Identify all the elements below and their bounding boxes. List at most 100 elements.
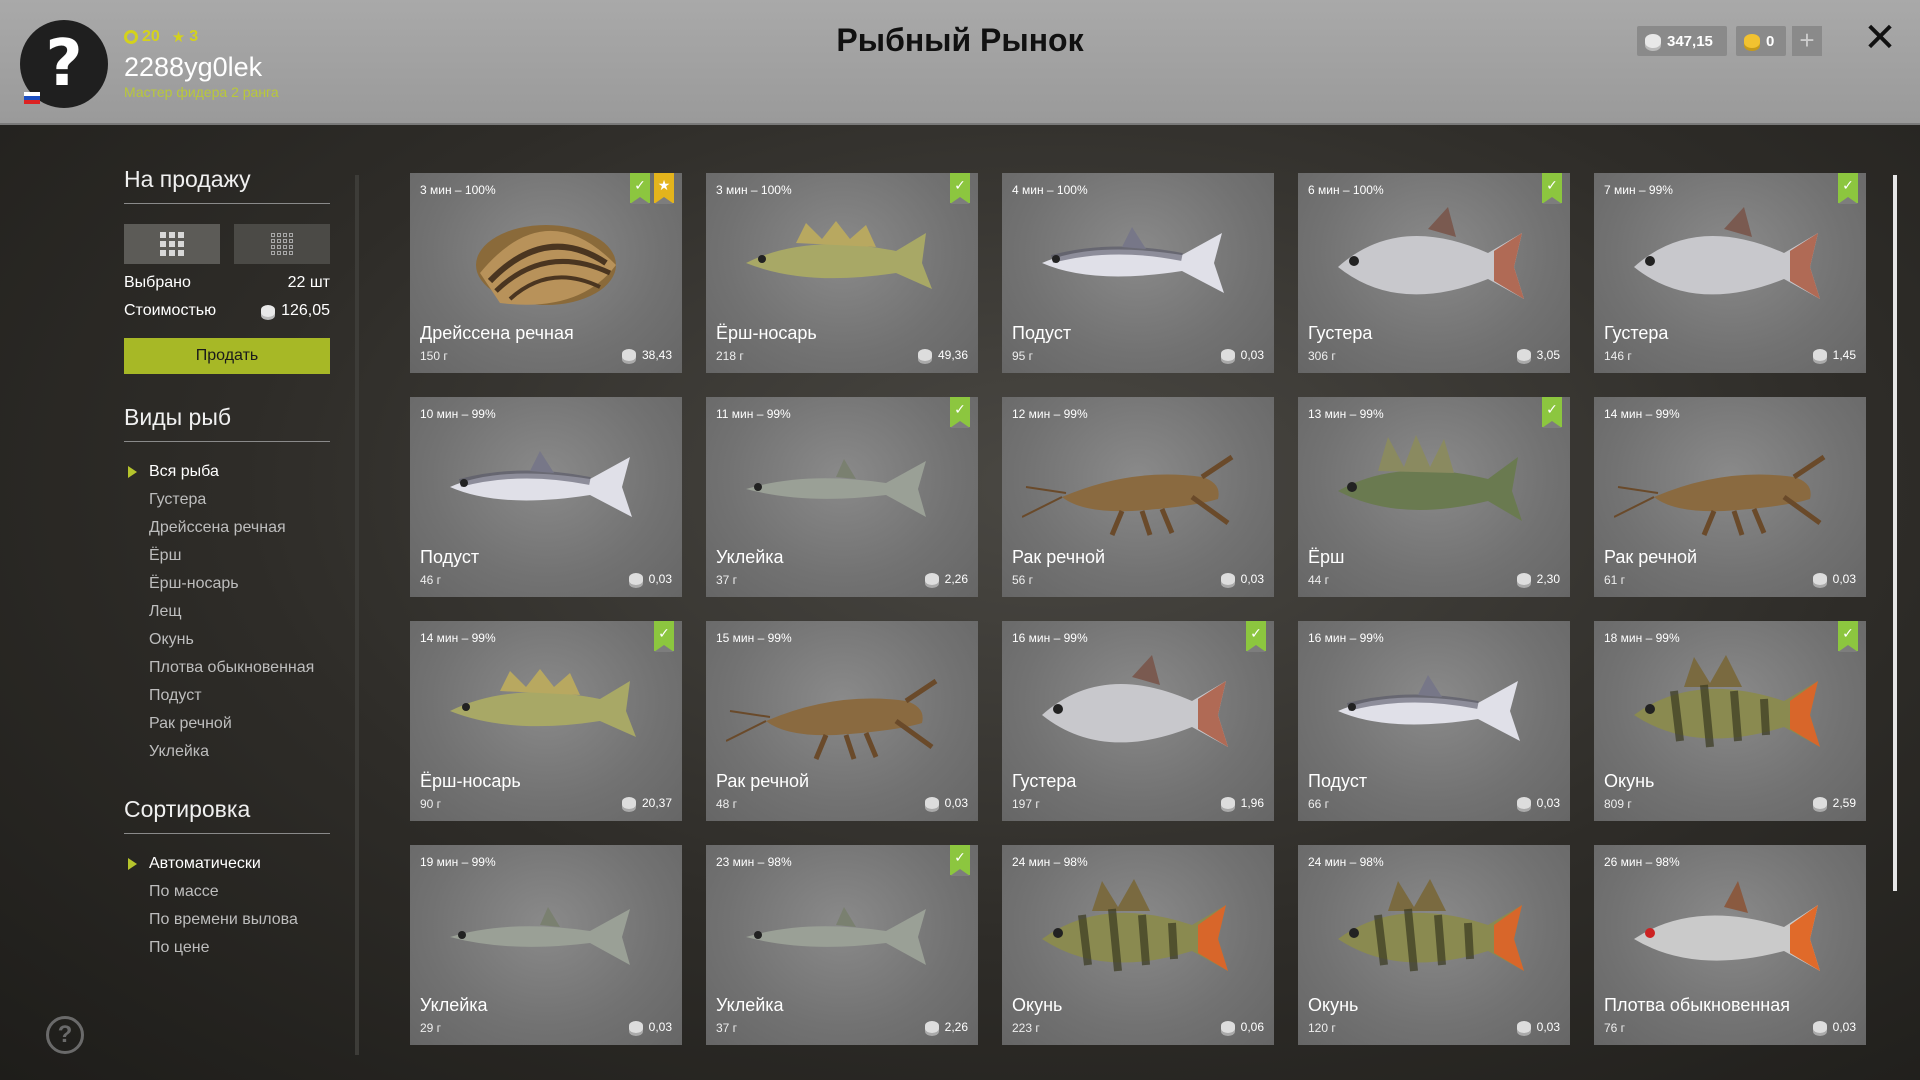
fish-price: 2,59 (1812, 796, 1856, 810)
fish-weight: 150 г (420, 349, 448, 363)
price-value: 1,45 (1832, 348, 1856, 362)
selected-check-badge[interactable]: ✓ (950, 845, 970, 876)
small-grid-view-button[interactable] (234, 224, 330, 264)
fish-price: 0,03 (924, 796, 968, 810)
ruffe2-image (450, 669, 636, 737)
price-value: 2,59 (1832, 796, 1856, 810)
catch-time: 16 мин – 99% (1308, 631, 1384, 645)
perch-image (1042, 879, 1228, 972)
species-filter-item[interactable]: Окунь (124, 626, 330, 654)
fish-card[interactable]: 3 мин – 100% Ёрш-носарь 218 г 49,36 ✓ (706, 173, 978, 373)
fish-card[interactable]: 18 мин – 99% Окунь 809 г 2,59 ✓ (1594, 621, 1866, 821)
catch-time: 10 мин – 99% (420, 407, 496, 421)
fish-card[interactable]: 7 мин – 99% Густера 146 г 1,45 ✓ (1594, 173, 1866, 373)
price-value: 1,96 (1240, 796, 1264, 810)
price-value: 2,30 (1536, 572, 1560, 586)
fish-card[interactable]: 14 мин – 99% Ёрш-носарь 90 г 20,37 ✓ (410, 621, 682, 821)
sort-option-item[interactable]: По цене (124, 934, 330, 962)
fish-name: Подуст (420, 547, 480, 567)
sort-option-item[interactable]: По массе (124, 878, 330, 906)
scrollbar[interactable] (1893, 175, 1897, 891)
price-value: 0,03 (944, 796, 968, 810)
silver-coin-icon (1516, 797, 1531, 809)
selected-check-badge[interactable]: ✓ (1838, 621, 1858, 652)
fish-card[interactable]: 23 мин – 98% Уклейка 37 г 2,26 ✓ (706, 845, 978, 1045)
price-value: 0,06 (1240, 1020, 1264, 1034)
species-filter-item[interactable]: Лещ (124, 598, 330, 626)
species-filter-item[interactable]: Дрейссена речная (124, 514, 330, 542)
selected-check-badge[interactable]: ✓ (1838, 173, 1858, 204)
fish-name: Густера (1012, 771, 1077, 791)
fish-weight: 90 г (420, 797, 442, 811)
silver-coin-icon (1220, 349, 1235, 361)
species-filter-item[interactable]: Подуст (124, 682, 330, 710)
fish-card[interactable]: 24 мин – 98% Окунь 223 г 0,06 (1002, 845, 1274, 1045)
bream-image (1338, 207, 1524, 299)
price-value: 49,36 (937, 348, 968, 362)
fish-card[interactable]: 4 мин – 100% Подуст 95 г 0,03 (1002, 173, 1274, 373)
fish-price: 3,05 (1516, 348, 1560, 362)
selected-check-badge[interactable]: ✓ (1542, 397, 1562, 428)
top-bar: ? 20 ★ 3 2288yg0lek Мастер фидера 2 ранг… (0, 0, 1920, 125)
add-gold-button[interactable]: + (1792, 26, 1822, 56)
check-icon: ✓ (954, 401, 966, 417)
check-icon: ✓ (1546, 401, 1558, 417)
fish-price: 0,06 (1220, 1020, 1264, 1034)
silver-coin-icon (1516, 1021, 1531, 1033)
bream-image (1634, 207, 1820, 299)
fish-weight: 37 г (716, 573, 738, 587)
fish-card[interactable]: 16 мин – 99% Густера 197 г 1,96 ✓ (1002, 621, 1274, 821)
species-filter-item[interactable]: Плотва обыкновенная (124, 654, 330, 682)
fish-weight: 29 г (420, 1021, 442, 1035)
species-filter-item[interactable]: Уклейка (124, 738, 330, 766)
selected-check-badge[interactable]: ✓ (1246, 621, 1266, 652)
sort-option-item[interactable]: Автоматически (124, 850, 330, 878)
fish-card[interactable]: 14 мин – 99% Рак речной 61 г 0,03 (1594, 397, 1866, 597)
catch-time: 15 мин – 99% (716, 631, 792, 645)
species-filter-item[interactable]: Рак речной (124, 710, 330, 738)
selected-check-badge[interactable]: ✓ (630, 173, 650, 204)
fish-name: Плотва обыкновенная (1604, 995, 1790, 1015)
price-value: 0,03 (1832, 1020, 1856, 1034)
selected-check-badge[interactable]: ✓ (950, 173, 970, 204)
species-filter-item[interactable]: Ёрш-носарь (124, 570, 330, 598)
help-button[interactable]: ? (46, 1016, 84, 1054)
large-grid-view-button[interactable] (124, 224, 220, 264)
selected-check-badge[interactable]: ✓ (654, 621, 674, 652)
fish-card[interactable]: 24 мин – 98% Окунь 120 г 0,03 (1298, 845, 1570, 1045)
selected-row: Выбрано 22 шт (124, 274, 330, 292)
fish-card[interactable]: 19 мин – 99% Уклейка 29 г 0,03 (410, 845, 682, 1045)
selected-check-badge[interactable]: ✓ (1542, 173, 1562, 204)
fish-name: Окунь (1604, 771, 1655, 791)
sort-option-item[interactable]: По времени вылова (124, 906, 330, 934)
fish-card[interactable]: 11 мин – 99% Уклейка 37 г 2,26 ✓ (706, 397, 978, 597)
price-value: 0,03 (1536, 1020, 1560, 1034)
catch-time: 12 мин – 99% (1012, 407, 1088, 421)
fish-card[interactable]: 16 мин – 99% Подуст 66 г 0,03 (1298, 621, 1570, 821)
fish-card[interactable]: 26 мин – 98% Плотва обыкновенная 76 г 0,03 (1594, 845, 1866, 1045)
bleak-image (450, 907, 630, 965)
fish-weight: 223 г (1012, 1021, 1040, 1035)
fish-card[interactable]: 3 мин – 100% Дрейссена речная 150 г 38,43 ★ ✓ (410, 173, 682, 373)
fish-weight: 95 г (1012, 349, 1034, 363)
species-filter-item[interactable]: Вся рыба (124, 458, 330, 486)
crayfish-image (726, 678, 938, 760)
close-button[interactable]: ✕ (1862, 18, 1898, 58)
view-toggle (124, 224, 330, 264)
catch-time: 13 мин – 99% (1308, 407, 1384, 421)
catch-time: 24 мин – 98% (1012, 855, 1088, 869)
fish-card[interactable]: 13 мин – 99% Ёрш 44 г 2,30 ✓ (1298, 397, 1570, 597)
fish-card[interactable]: 6 мин – 100% Густера 306 г 3,05 ✓ (1298, 173, 1570, 373)
silver-coin-icon (1220, 797, 1235, 809)
species-filter-item[interactable]: Густера (124, 486, 330, 514)
selected-check-badge[interactable]: ✓ (950, 397, 970, 428)
favorite-star-badge[interactable]: ★ (654, 173, 674, 204)
sell-button[interactable]: Продать (124, 338, 330, 374)
ruffe2-image (746, 221, 932, 289)
species-filter-item[interactable]: Ёрш (124, 542, 330, 570)
fish-weight: 809 г (1604, 797, 1632, 811)
fish-card[interactable]: 10 мин – 99% Подуст 46 г 0,03 (410, 397, 682, 597)
fish-card[interactable]: 12 мин – 99% Рак речной 56 г 0,03 (1002, 397, 1274, 597)
fish-name: Ёрш-носарь (420, 771, 521, 791)
fish-card[interactable]: 15 мин – 99% Рак речной 48 г 0,03 (706, 621, 978, 821)
